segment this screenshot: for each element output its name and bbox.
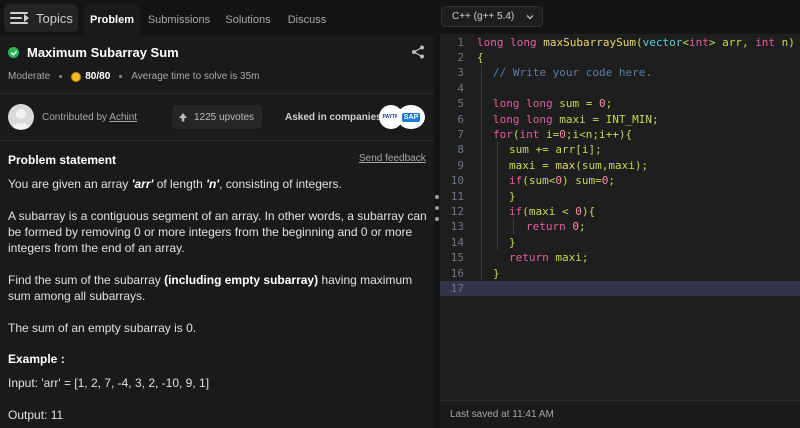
hamburger-icon	[10, 11, 30, 25]
language-value: C++ (g++ 5.4)	[452, 11, 515, 22]
language-select[interactable]: C++ (g++ 5.4)	[441, 6, 543, 27]
code-line: 6 long long maxi = INT_MIN;	[457, 112, 659, 126]
example-heading: Example :	[8, 352, 65, 366]
problem-statement-heading: Problem statement	[8, 153, 117, 167]
difficulty-label: Moderate	[8, 71, 51, 82]
company-logo-sap[interactable]: SAP	[397, 105, 425, 129]
upvote-arrow-icon	[179, 113, 187, 122]
contributed-by-label: Contributed by	[42, 112, 108, 123]
contributor-row: Contributed by Achint 1225 upvotes Asked…	[8, 104, 428, 130]
code-line: 4	[457, 81, 464, 95]
problem-meta: Moderate 80/80 Average time to solve is …	[8, 71, 260, 82]
last-saved-label: Last saved at 11:41 AM	[450, 409, 554, 420]
code-line: 12 if(maxi < 0){	[450, 205, 596, 218]
statement-paragraph-3: Find the sum of the subarray (including …	[8, 273, 413, 303]
code-line: 3// Write your code here.	[457, 66, 652, 80]
code-line: 7 for(int i=0;i<n;i++){	[457, 128, 633, 141]
editor-status-bar: Last saved at 11:41 AM	[440, 400, 800, 428]
share-icon[interactable]	[411, 45, 425, 59]
divider	[0, 93, 434, 94]
example-input: Input: 'arr' = [1, 2, 7, -4, 3, 2, -10, …	[8, 376, 210, 390]
code-line: 1 long long maxSubarraySum(vector<int> ar…	[457, 35, 795, 49]
avatar-icon	[8, 104, 34, 130]
code-editor[interactable]: 1 long long maxSubarraySum(vector<int> ar…	[440, 34, 800, 400]
code-line: 14}	[450, 235, 516, 249]
divider	[0, 140, 434, 141]
coin-icon	[71, 71, 82, 82]
contributor-text: Contributed by Achint	[42, 112, 137, 123]
avg-time-label: Average time to solve is 35m	[131, 71, 260, 82]
check-circle-icon	[8, 47, 19, 58]
tab-discuss[interactable]: Discuss	[280, 4, 334, 36]
problem-panel: Topics Problem Submissions Solutions Dis…	[0, 0, 434, 428]
topics-label: Topics	[36, 10, 73, 26]
contributor-link[interactable]: Achint	[109, 112, 137, 123]
problem-tabs: Topics Problem Submissions Solutions Dis…	[0, 0, 434, 36]
problem-content: Maximum Subarray Sum Moderate 80/80 Aver…	[0, 36, 434, 428]
editor-toolbar: C++ (g++ 5.4)	[440, 0, 800, 34]
tab-solutions[interactable]: Solutions	[218, 4, 278, 36]
topics-button[interactable]: Topics	[4, 4, 78, 32]
separator-dot	[59, 75, 63, 78]
asked-in-label: Asked in companies	[285, 112, 382, 123]
statement-paragraph-2: A subarray is a contiguous segment of an…	[8, 209, 427, 255]
code-line: 8 sum += arr[i];	[457, 143, 602, 157]
problem-title: Maximum Subarray Sum	[27, 45, 179, 60]
code-panel: C++ (g++ 5.4) 1 long long maxSubarraySum(…	[440, 0, 800, 428]
score-value: 80/80	[85, 71, 111, 82]
separator-dot	[119, 75, 123, 78]
tab-submissions[interactable]: Submissions	[142, 4, 216, 36]
upvote-count: 1225 upvotes	[194, 111, 255, 123]
tab-problem[interactable]: Problem	[84, 4, 140, 36]
code-line: 5 long long sum = 0;	[457, 97, 613, 111]
code-line: 9 maxi = max(sum,maxi);	[457, 158, 649, 172]
statement-paragraph-1: You are given an array 'arr' of length '…	[8, 177, 342, 191]
problem-title-row: Maximum Subarray Sum	[8, 45, 179, 60]
code-line: 2{	[457, 51, 484, 64]
code-line-current[interactable]: 17	[440, 281, 800, 297]
code-line: 10 if(sum<0) sum=0;	[450, 174, 615, 188]
code-line: 13 return 0;	[450, 220, 586, 234]
code-line: 16}	[450, 266, 500, 280]
upvote-button[interactable]: 1225 upvotes	[172, 105, 263, 129]
chevron-down-icon	[526, 15, 534, 20]
send-feedback-link[interactable]: Send feedback	[359, 153, 426, 164]
statement-paragraph-4: The sum of an empty subarray is 0.	[8, 321, 197, 335]
code-line: 15 return maxi;	[450, 251, 589, 265]
example-output: Output: 11	[8, 408, 64, 422]
code-line: 11}	[450, 189, 516, 203]
